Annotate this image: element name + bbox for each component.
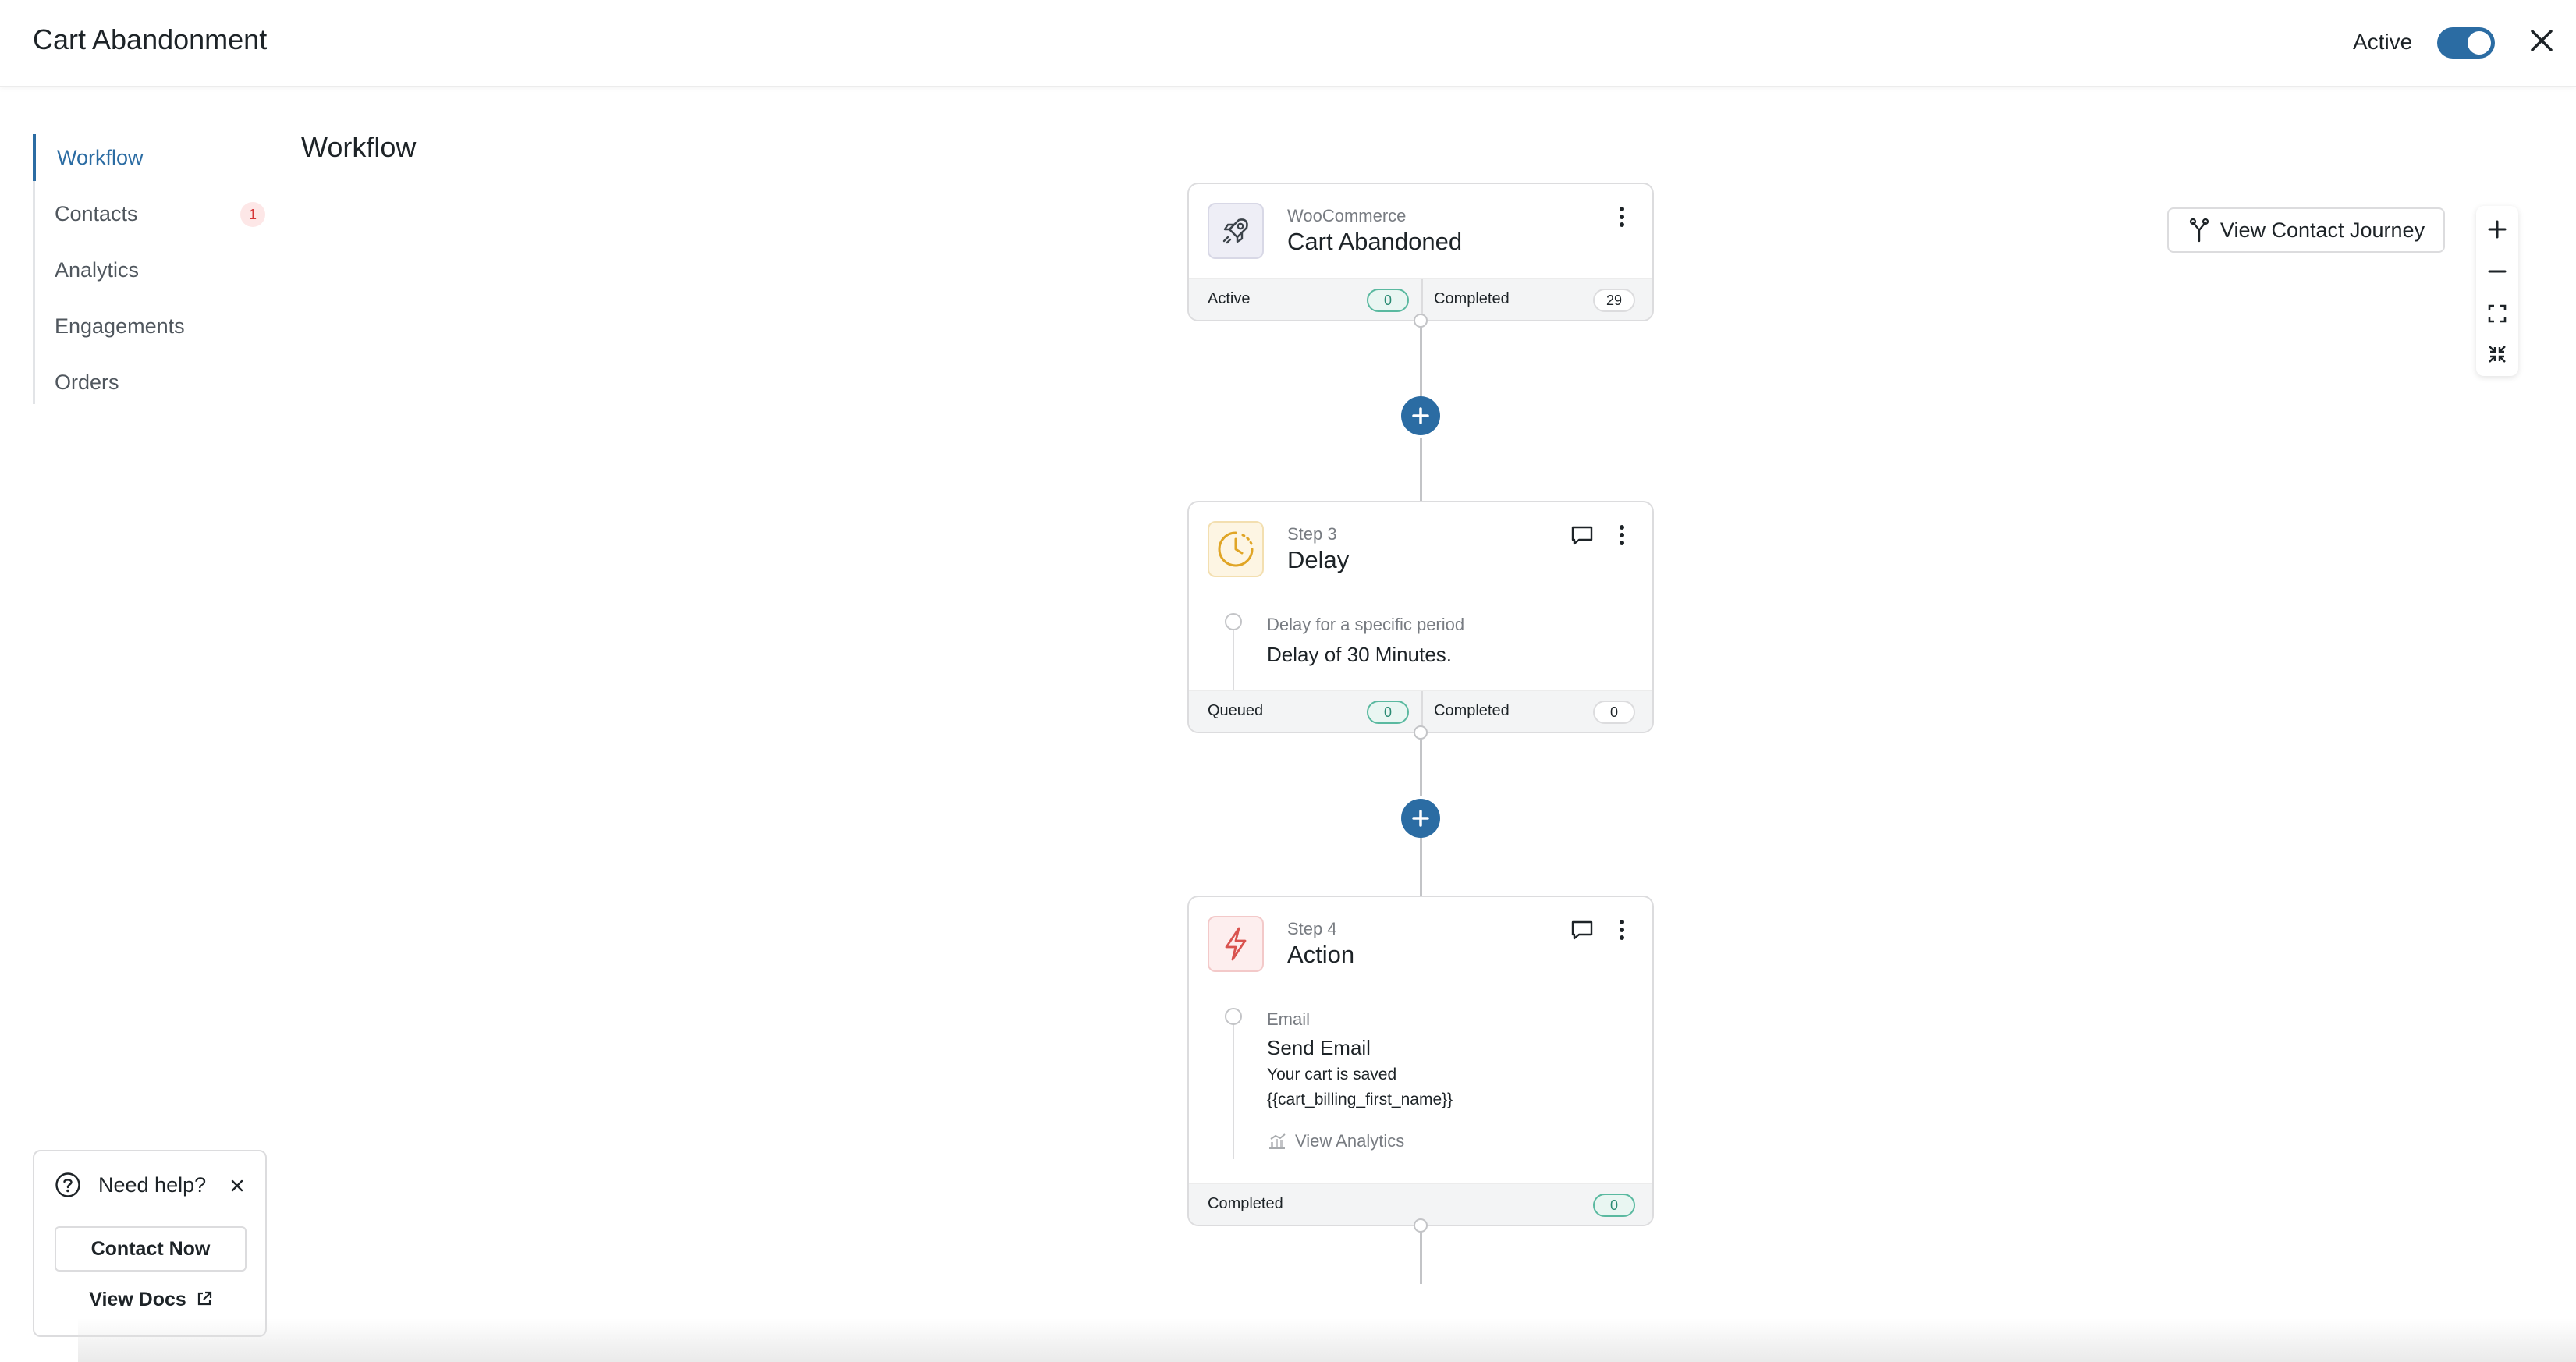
help-widget: Need help? Contact Now View Docs (33, 1150, 267, 1337)
add-step-button[interactable] (1401, 799, 1440, 838)
trigger-source: WooCommerce (1287, 206, 1407, 225)
comment-icon[interactable] (1568, 523, 1596, 548)
contact-now-button[interactable]: Contact Now (55, 1226, 247, 1272)
fullscreen-icon[interactable] (2476, 334, 2518, 374)
completed-count-pill: 0 (1593, 1194, 1635, 1217)
connector-dot (1414, 314, 1428, 328)
chart-icon (1269, 1133, 1286, 1149)
completed-stat-label: Completed (1434, 290, 1510, 307)
sidebar-item-contacts[interactable]: Contacts 1 (33, 190, 267, 237)
bottom-scroll-shadow (78, 1318, 2576, 1362)
view-docs-label: View Docs (89, 1289, 186, 1311)
queued-stat-label: Queued (1208, 702, 1264, 719)
step-rail (1233, 1014, 1234, 1159)
delay-step-number: Step 3 (1287, 524, 1337, 544)
comment-icon[interactable] (1568, 917, 1596, 942)
plus-icon (1412, 407, 1429, 424)
top-bar: Cart Abandonment Active (0, 0, 2576, 87)
more-options-icon[interactable] (1610, 916, 1634, 944)
sidebar-item-label: Contacts (55, 202, 138, 225)
sidebar-item-workflow[interactable]: Workflow (33, 134, 267, 181)
connector-dot (1414, 725, 1428, 740)
sidebar-item-engagements[interactable]: Engagements (33, 303, 267, 349)
rail-dot (1225, 1008, 1242, 1025)
contacts-count-badge: 1 (240, 202, 265, 227)
sidebar-nav: Workflow Contacts 1 Analytics Engagement… (33, 134, 267, 404)
active-count-pill: 0 (1367, 289, 1409, 312)
action-card[interactable]: Step 4 Action Email Send Email Your cart… (1187, 896, 1654, 1226)
plus-icon (1412, 810, 1429, 827)
delay-description: Delay of 30 Minutes. (1267, 643, 1453, 666)
completed-stat-label: Completed (1208, 1195, 1283, 1212)
help-question-icon (55, 1172, 81, 1198)
branch-icon (2189, 218, 2209, 243)
toggle-knob (2468, 31, 2491, 55)
queued-count-pill: 0 (1367, 701, 1409, 724)
rocket-icon (1208, 203, 1264, 259)
action-name: Send Email (1267, 1036, 1371, 1059)
connector-line (1420, 438, 1422, 501)
section-title: Workflow (301, 131, 417, 163)
delay-title: Delay (1287, 546, 1350, 573)
more-options-icon[interactable] (1610, 203, 1634, 231)
zoom-controls (2476, 206, 2518, 376)
zoom-out-icon[interactable] (2476, 251, 2518, 292)
active-toggle[interactable] (2437, 27, 2495, 59)
delay-card[interactable]: Step 3 Delay Delay for a specific period… (1187, 501, 1654, 733)
help-title: Need help? (98, 1173, 207, 1197)
connector-line (1420, 1226, 1422, 1284)
connector-line (1420, 321, 1422, 399)
connector-dot (1414, 1218, 1428, 1233)
view-analytics-link[interactable]: View Analytics (1267, 1131, 1404, 1151)
clock-icon (1208, 521, 1264, 577)
sidebar-item-analytics[interactable]: Analytics (33, 247, 267, 293)
active-label: Active (2353, 30, 2413, 54)
lightning-icon (1208, 916, 1264, 972)
view-contact-journey-label: View Contact Journey (2219, 218, 2425, 242)
completed-count-pill: 0 (1593, 701, 1635, 724)
add-step-button[interactable] (1401, 396, 1440, 435)
page-title: Cart Abandonment (33, 23, 268, 55)
action-step-number: Step 4 (1287, 919, 1337, 938)
sidebar-item-orders[interactable]: Orders (33, 359, 267, 406)
view-contact-journey-button[interactable]: View Contact Journey (2167, 207, 2445, 253)
connector-line (1420, 733, 1422, 796)
completed-count-pill: 29 (1593, 289, 1635, 312)
active-stat-label: Active (1208, 290, 1251, 307)
completed-stat-label: Completed (1434, 702, 1510, 719)
view-docs-link[interactable]: View Docs (34, 1289, 268, 1311)
external-link-icon (197, 1291, 211, 1306)
action-title: Action (1287, 941, 1355, 968)
trigger-card[interactable]: WooCommerce Cart Abandoned Active 0 Comp… (1187, 183, 1654, 321)
view-analytics-label: View Analytics (1295, 1131, 1405, 1151)
close-icon[interactable] (2525, 23, 2559, 58)
zoom-in-icon[interactable] (2476, 209, 2518, 250)
email-subject-line-1: Your cart is saved (1267, 1066, 1397, 1084)
rail-dot (1225, 613, 1242, 630)
action-type: Email (1267, 1009, 1311, 1029)
connector-line (1420, 835, 1422, 896)
trigger-title: Cart Abandoned (1287, 228, 1463, 255)
fit-view-icon[interactable] (2476, 293, 2518, 334)
close-icon[interactable] (228, 1176, 247, 1195)
email-subject-line-2: {{cart_billing_first_name}} (1267, 1091, 1453, 1108)
more-options-icon[interactable] (1610, 521, 1634, 549)
delay-type: Delay for a specific period (1267, 615, 1465, 634)
